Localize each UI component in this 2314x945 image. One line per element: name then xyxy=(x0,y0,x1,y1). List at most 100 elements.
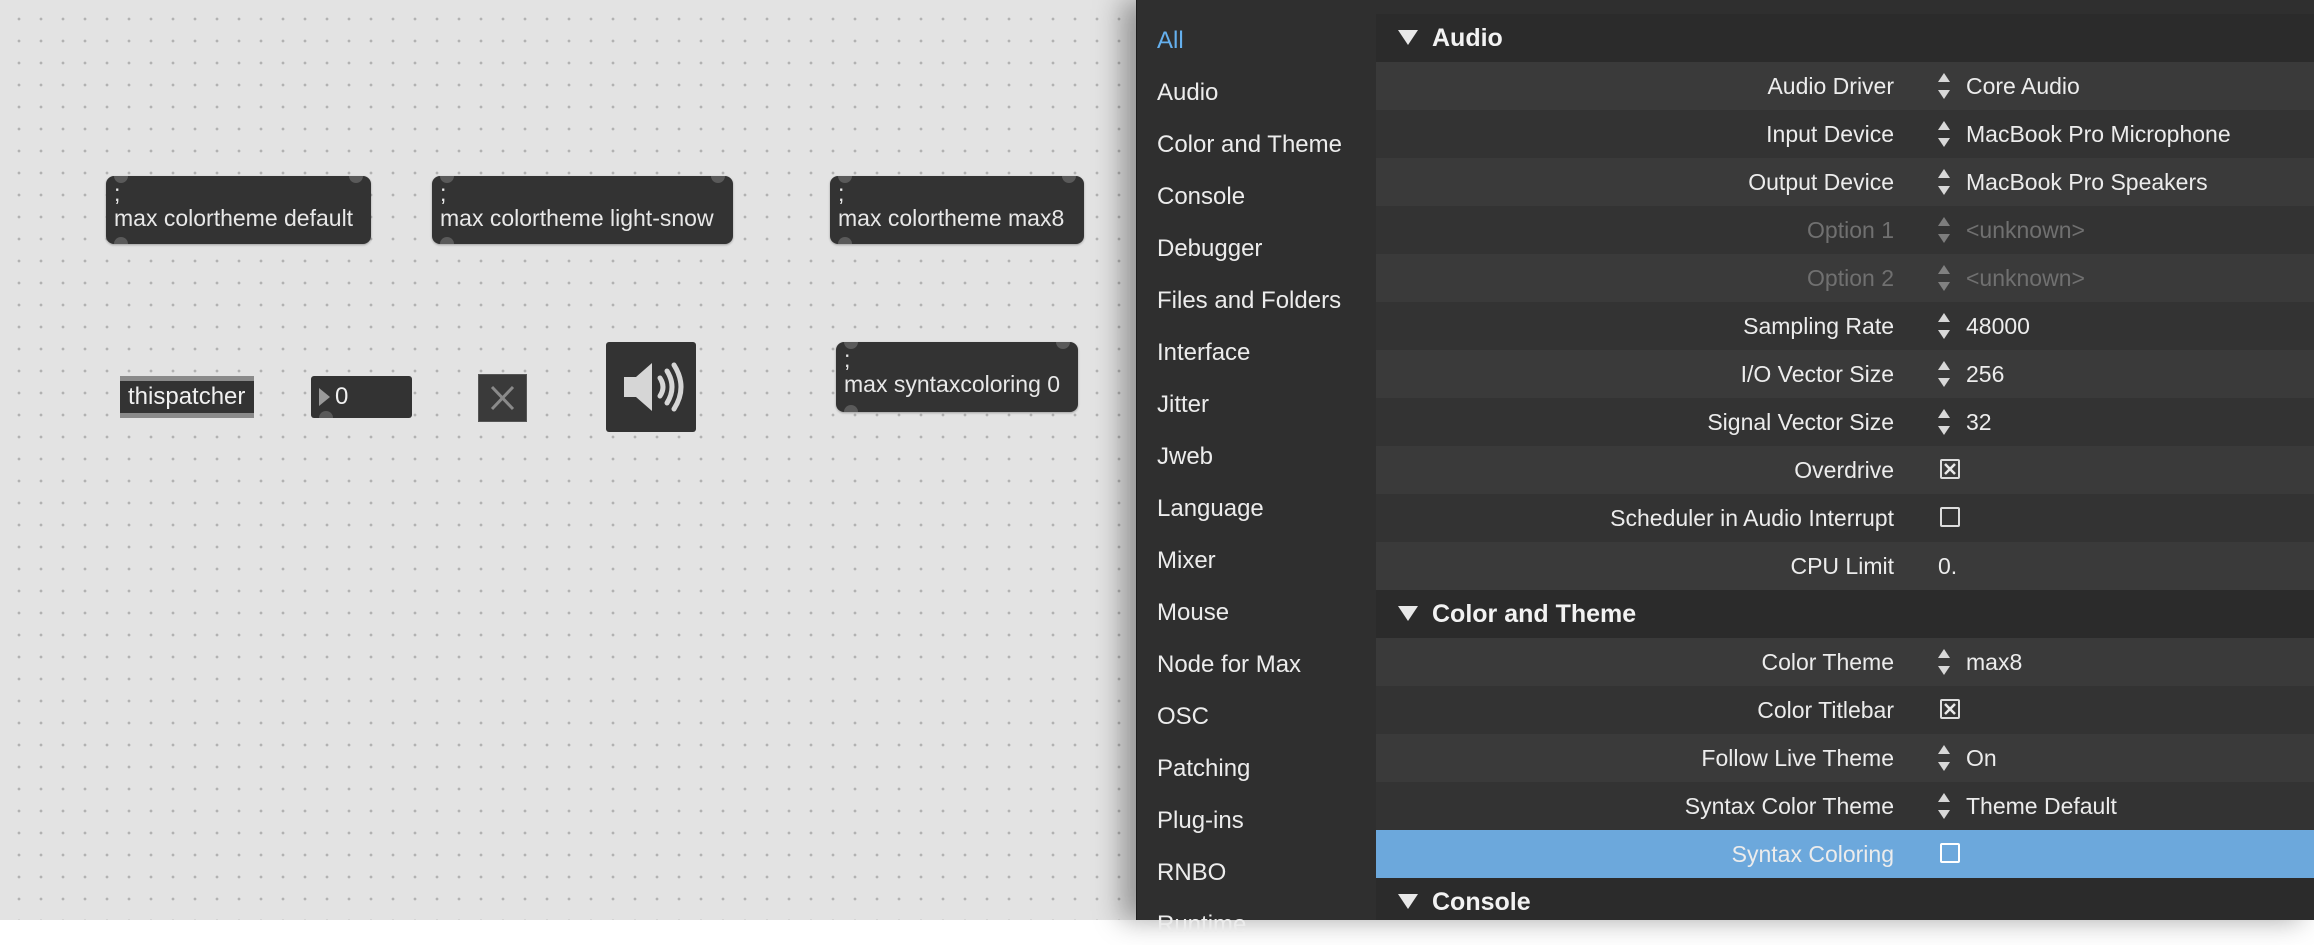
property-value[interactable]: 48000 xyxy=(1966,302,2030,350)
message-text: max colortheme light-snow xyxy=(440,205,714,231)
outlet[interactable] xyxy=(440,237,454,244)
property-label: Option 1 xyxy=(1807,217,1894,243)
up-down-arrows-icon[interactable] xyxy=(1938,121,1950,147)
property-value[interactable]: MacBook Pro Microphone xyxy=(1966,110,2231,158)
category-title: Color and Theme xyxy=(1432,600,1637,628)
property-label: Signal Vector Size xyxy=(1707,409,1894,435)
ezdac-speaker-button[interactable] xyxy=(606,342,696,432)
row-color-theme[interactable]: Color Theme max8 xyxy=(1376,638,2314,686)
property-value[interactable]: 256 xyxy=(1966,350,2004,398)
sidebar-item-node-for-max[interactable]: Node for Max xyxy=(1157,645,1301,685)
outlet[interactable] xyxy=(844,405,858,412)
row-input-device[interactable]: Input Device MacBook Pro Microphone xyxy=(1376,110,2314,158)
property-value[interactable]: MacBook Pro Speakers xyxy=(1966,158,2208,206)
category-title: Audio xyxy=(1432,24,1503,52)
sidebar-item-osc[interactable]: OSC xyxy=(1157,697,1209,737)
row-syntax-color-theme[interactable]: Syntax Color Theme Theme Default xyxy=(1376,782,2314,830)
property-label: Scheduler in Audio Interrupt xyxy=(1610,505,1894,531)
message-line: ; xyxy=(844,346,851,372)
up-down-arrows-icon[interactable] xyxy=(1938,745,1950,771)
message-line: ; xyxy=(114,180,121,206)
row-signal-vector-size[interactable]: Signal Vector Size 32 xyxy=(1376,398,2314,446)
property-value[interactable]: 32 xyxy=(1966,398,1992,446)
sidebar-item-files-and-folders[interactable]: Files and Folders xyxy=(1157,281,1341,321)
scheduler-checkbox[interactable] xyxy=(1940,507,1960,527)
property-value[interactable]: Core Audio xyxy=(1966,62,2080,110)
property-label: Audio Driver xyxy=(1767,73,1894,99)
up-down-arrows-icon[interactable] xyxy=(1938,649,1950,675)
property-label: Color Theme xyxy=(1761,649,1894,675)
message-syntaxcoloring[interactable]: ; max syntaxcoloring 0 xyxy=(836,342,1078,412)
overdrive-checkbox[interactable] xyxy=(1940,459,1960,479)
message-line: ; xyxy=(838,180,845,206)
sidebar-item-rnbo[interactable]: RNBO xyxy=(1157,853,1226,893)
syntax-coloring-checkbox[interactable] xyxy=(1940,843,1960,863)
up-down-arrows-icon xyxy=(1938,265,1950,291)
up-down-arrows-icon[interactable] xyxy=(1938,169,1950,195)
row-overdrive[interactable]: Overdrive xyxy=(1376,446,2314,494)
up-down-arrows-icon[interactable] xyxy=(1938,361,1950,387)
closebox-object[interactable] xyxy=(478,374,527,422)
sidebar-item-jitter[interactable]: Jitter xyxy=(1157,385,1209,425)
row-audio-driver[interactable]: Audio Driver Core Audio xyxy=(1376,62,2314,110)
property-value[interactable]: max8 xyxy=(1966,638,2022,686)
sidebar-item-runtime[interactable]: Runtime xyxy=(1157,905,1246,945)
row-follow-live-theme[interactable]: Follow Live Theme On xyxy=(1376,734,2314,782)
thispatcher-object[interactable]: thispatcher xyxy=(120,376,254,418)
patcher-canvas[interactable]: ; max colortheme default ; max colorthem… xyxy=(0,0,1136,920)
sidebar-item-debugger[interactable]: Debugger xyxy=(1157,229,1262,269)
property-label: Overdrive xyxy=(1794,457,1894,483)
property-value: <unknown> xyxy=(1966,217,2085,243)
sidebar-item-all[interactable]: All xyxy=(1157,21,1184,61)
property-value[interactable]: 0. xyxy=(1938,542,1957,590)
close-icon xyxy=(490,385,515,411)
category-header-audio[interactable]: Audio xyxy=(1376,14,2314,62)
row-color-titlebar[interactable]: Color Titlebar xyxy=(1376,686,2314,734)
property-value[interactable]: On xyxy=(1966,734,1997,782)
message-colortheme-light-snow[interactable]: ; max colortheme light-snow xyxy=(432,176,733,244)
up-down-arrows-icon[interactable] xyxy=(1938,313,1950,339)
message-text: max colortheme default xyxy=(114,205,354,231)
row-option-1: Option 1 <unknown> xyxy=(1376,206,2314,254)
property-label: Input Device xyxy=(1766,121,1894,147)
settings-sidebar: All Audio Color and Theme Console Debugg… xyxy=(1136,0,1377,938)
category-header-color-and-theme[interactable]: Color and Theme xyxy=(1376,590,2314,638)
outlet[interactable] xyxy=(838,237,852,244)
category-header-console[interactable]: Console xyxy=(1376,878,2314,920)
checkmark-x-icon xyxy=(1944,463,1956,475)
up-down-arrows-icon[interactable] xyxy=(1938,73,1950,99)
speaker-icon xyxy=(624,362,684,412)
sidebar-item-language[interactable]: Language xyxy=(1157,489,1264,529)
color-titlebar-checkbox[interactable] xyxy=(1940,699,1960,719)
sidebar-item-console[interactable]: Console xyxy=(1157,177,1245,217)
triangle-down-icon[interactable] xyxy=(1398,893,1418,909)
sidebar-item-color-and-theme[interactable]: Color and Theme xyxy=(1157,125,1342,165)
number-triangle-icon xyxy=(319,388,330,406)
sidebar-item-mixer[interactable]: Mixer xyxy=(1157,541,1216,581)
row-sampling-rate[interactable]: Sampling Rate 48000 xyxy=(1376,302,2314,350)
up-down-arrows-icon[interactable] xyxy=(1938,793,1950,819)
up-down-arrows-icon[interactable] xyxy=(1938,409,1950,435)
outlet[interactable] xyxy=(319,411,333,418)
row-io-vector-size[interactable]: I/O Vector Size 256 xyxy=(1376,350,2314,398)
sidebar-item-patching[interactable]: Patching xyxy=(1157,749,1250,789)
sidebar-item-mouse[interactable]: Mouse xyxy=(1157,593,1229,633)
sidebar-item-interface[interactable]: Interface xyxy=(1157,333,1250,373)
row-output-device[interactable]: Output Device MacBook Pro Speakers xyxy=(1376,158,2314,206)
property-value[interactable]: Theme Default xyxy=(1966,782,2117,830)
row-option-2: Option 2 <unknown> xyxy=(1376,254,2314,302)
property-value: <unknown> xyxy=(1966,265,2085,291)
message-colortheme-default[interactable]: ; max colortheme default xyxy=(106,176,371,244)
row-scheduler-in-audio-interrupt[interactable]: Scheduler in Audio Interrupt xyxy=(1376,494,2314,542)
row-syntax-coloring[interactable]: Syntax Coloring xyxy=(1376,830,2314,878)
triangle-down-icon[interactable] xyxy=(1398,29,1418,45)
sidebar-item-jweb[interactable]: Jweb xyxy=(1157,437,1213,477)
number-box[interactable]: 0 xyxy=(311,376,412,418)
outlet[interactable] xyxy=(114,237,128,244)
message-colortheme-max8[interactable]: ; max colortheme max8 xyxy=(830,176,1084,244)
row-cpu-limit[interactable]: CPU Limit 0. xyxy=(1376,542,2314,590)
sidebar-item-plug-ins[interactable]: Plug-ins xyxy=(1157,801,1244,841)
settings-window: All Audio Color and Theme Console Debugg… xyxy=(1136,0,2314,938)
sidebar-item-audio[interactable]: Audio xyxy=(1157,73,1218,113)
triangle-down-icon[interactable] xyxy=(1398,605,1418,621)
